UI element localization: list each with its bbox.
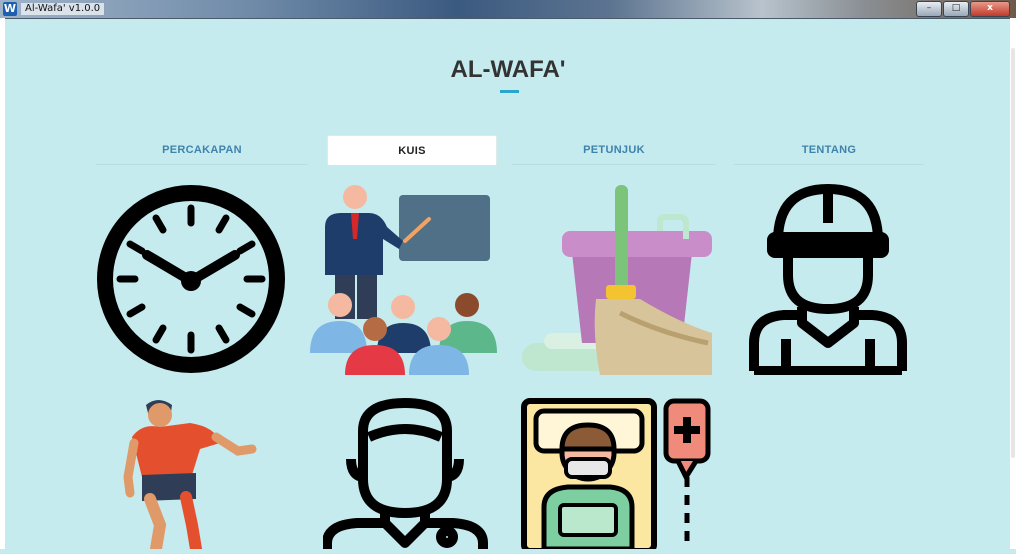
- minimize-button[interactable]: –: [916, 1, 942, 17]
- page-title: AL-WAFA': [450, 56, 566, 83]
- window-left-border: [0, 18, 5, 549]
- tile-patient[interactable]: [520, 397, 712, 554]
- window-title: Al-Wafa' v1.0.0: [21, 3, 105, 15]
- tile-cleaning[interactable]: [520, 183, 712, 375]
- doctor-icon: [322, 398, 488, 549]
- clock-icon: [97, 185, 285, 373]
- tab-percakapan[interactable]: PERCAKAPAN: [96, 135, 308, 165]
- title-underline: [500, 90, 519, 93]
- maximize-button[interactable]: □: [943, 1, 969, 17]
- window-titlebar: W Al-Wafa' v1.0.0 – □ x: [0, 0, 1016, 19]
- tab-petunjuk[interactable]: PETUNJUK: [512, 135, 716, 165]
- construction-worker-icon: [749, 184, 907, 376]
- vertical-scrollbar[interactable]: [1010, 18, 1016, 549]
- tile-teacher[interactable]: [307, 183, 500, 375]
- window-controls: – □ x: [915, 1, 1010, 17]
- soccer-player-icon: [123, 400, 257, 554]
- tile-clock[interactable]: [95, 183, 287, 375]
- scrollbar-thumb[interactable]: [1011, 48, 1015, 458]
- tab-bar: PERCAKAPAN KUIS PETUNJUK TENTANG: [0, 135, 1016, 165]
- tile-worker[interactable]: [732, 183, 924, 376]
- tab-tentang[interactable]: TENTANG: [734, 135, 924, 165]
- close-button[interactable]: x: [970, 1, 1010, 17]
- app-icon: W: [3, 2, 17, 16]
- tile-doctor[interactable]: [322, 397, 488, 549]
- tab-kuis[interactable]: KUIS: [327, 135, 497, 165]
- cleaning-bucket-mop-icon: [522, 185, 712, 375]
- teacher-classroom-icon: [310, 185, 497, 375]
- tile-soccer[interactable]: [120, 397, 260, 554]
- hospital-patient-iv-icon: [521, 398, 711, 554]
